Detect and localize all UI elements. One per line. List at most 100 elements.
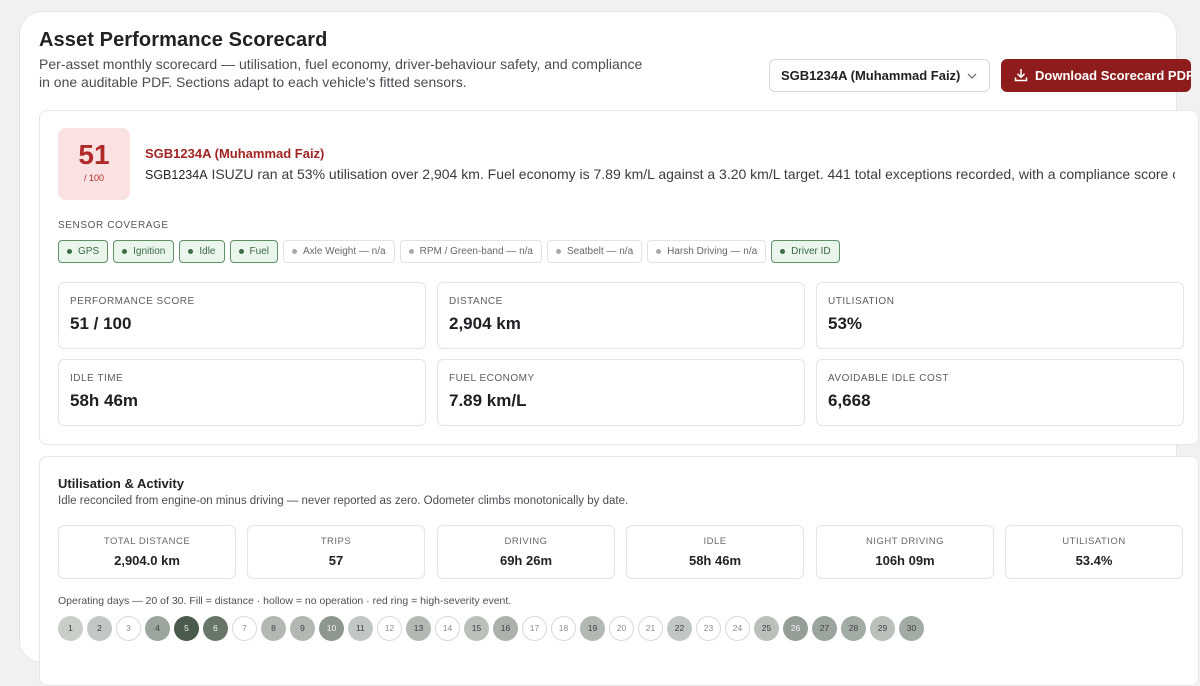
status-dot-icon (780, 249, 786, 254)
operating-day[interactable]: 23 (696, 616, 721, 641)
sensor-chip-label: Ignition (133, 246, 166, 257)
stat-value: 53.4% (1075, 553, 1113, 568)
kpi-label: DISTANCE (449, 296, 503, 307)
stat-night-driving: NIGHT DRIVING 106h 09m (816, 525, 994, 579)
kpi-value: 7.89 km/L (449, 391, 527, 410)
stat-value: 2,904.0 km (114, 553, 180, 568)
sensor-chip-label: Fuel (249, 246, 269, 257)
asset-name: SGB1234A (Muhammad Faiz) (145, 146, 325, 161)
operating-day[interactable]: 17 (522, 616, 547, 641)
operating-day[interactable]: 12 (377, 616, 402, 641)
asset-select-value: SGB1234A (Muhammad Faiz) (781, 68, 961, 83)
sensor-chip-label: Axle Weight — n/a (302, 246, 386, 257)
status-dot-icon (408, 249, 414, 254)
operating-day[interactable]: 19 (580, 616, 605, 641)
sensor-chip-label: Driver ID (791, 246, 831, 257)
operating-days-calendar: 1 2 3 4 5 6 7 8 9 10 11 12 13 14 15 16 17 18 19 20 21 22 23 24 2… (58, 616, 924, 641)
stat-label: IDLE (703, 536, 727, 547)
download-button-label: Download Scorecard PDF (1035, 68, 1191, 83)
operating-day[interactable]: 15 (464, 616, 489, 641)
sensor-chip-harsh-driving: Harsh Driving — n/a (647, 240, 767, 263)
kpi-avoidable-idle-cost: AVOIDABLE IDLE COST 6,668 (816, 359, 1184, 426)
asset-narrative: SGB1234A ISUZU ran at 53% utilisation ov… (145, 166, 1175, 182)
stat-utilisation: UTILISATION 53.4% (1005, 525, 1183, 579)
stat-label: DRIVING (504, 536, 548, 547)
operating-day[interactable]: 8 (261, 616, 286, 641)
sensor-chip-label: Seatbelt — n/a (566, 246, 634, 257)
sensor-chip-axle-weight: Axle Weight — n/a (282, 240, 395, 263)
kpi-value: 2,904 km (449, 314, 521, 333)
download-scorecard-button[interactable]: Download Scorecard PDF (1001, 59, 1191, 92)
page-description: Per-asset monthly scorecard — utilisatio… (39, 56, 643, 90)
sensor-chip-label: GPS (78, 246, 100, 257)
kpi-label: AVOIDABLE IDLE COST (828, 373, 950, 384)
sensor-chip-driver-id: Driver ID (771, 240, 840, 263)
score-max: / 100 (83, 173, 105, 183)
sensor-chip-label: Harsh Driving — n/a (667, 246, 758, 257)
sensor-chip-idle: Idle (179, 240, 225, 263)
kpi-value: 51 / 100 (70, 314, 132, 333)
kpi-label: FUEL ECONOMY (449, 373, 535, 384)
sensor-chip-seatbelt: Seatbelt — n/a (546, 240, 643, 263)
stat-value: 69h 26m (499, 553, 553, 568)
stat-idle: IDLE 58h 46m (626, 525, 804, 579)
kpi-label: IDLE TIME (70, 373, 124, 384)
operating-day[interactable]: 5 (174, 616, 199, 641)
operating-day[interactable]: 26 (783, 616, 808, 641)
operating-day[interactable]: 2 (87, 616, 112, 641)
operating-day[interactable]: 25 (754, 616, 779, 641)
sensor-chip-list: GPS Ignition Idle Fuel Axle Weight — n/a… (58, 240, 840, 263)
stat-label: TOTAL DISTANCE (103, 536, 191, 547)
utilisation-description: Idle reconciled from engine-on minus dri… (58, 495, 629, 507)
status-dot-icon (188, 249, 194, 254)
operating-day[interactable]: 10 (319, 616, 344, 641)
operating-day[interactable]: 16 (493, 616, 518, 641)
operating-day[interactable]: 27 (812, 616, 837, 641)
operating-day[interactable]: 21 (638, 616, 663, 641)
status-dot-icon (291, 249, 297, 254)
operating-day[interactable]: 30 (899, 616, 924, 641)
operating-day[interactable]: 3 (116, 616, 141, 641)
operating-day[interactable]: 13 (406, 616, 431, 641)
kpi-fuel-economy: FUEL ECONOMY 7.89 km/L (437, 359, 805, 426)
operating-day[interactable]: 4 (145, 616, 170, 641)
status-dot-icon (656, 249, 662, 254)
stat-value: 106h 09m (875, 553, 935, 568)
operating-day[interactable]: 20 (609, 616, 634, 641)
stat-value: 58h 46m (688, 553, 742, 568)
status-dot-icon (122, 249, 128, 254)
operating-day[interactable]: 18 (551, 616, 576, 641)
sensor-chip-gps: GPS (58, 240, 109, 263)
kpi-utilisation: UTILISATION 53% (816, 282, 1184, 349)
stat-label: UTILISATION (1062, 536, 1126, 547)
operating-day[interactable]: 7 (232, 616, 257, 641)
page-title: Asset Performance Scorecard (39, 29, 328, 51)
asset-id: SGB1234A (145, 168, 208, 182)
operating-days-caption: Operating days — 20 of 30. Fill = distan… (58, 595, 512, 607)
operating-day[interactable]: 6 (203, 616, 228, 641)
stat-total-distance: TOTAL DISTANCE 2,904.0 km (58, 525, 236, 579)
sensor-coverage-title: SENSOR COVERAGE (58, 220, 169, 231)
operating-day[interactable]: 24 (725, 616, 750, 641)
utilisation-title: Utilisation & Activity (58, 476, 184, 491)
operating-day[interactable]: 11 (348, 616, 373, 641)
operating-day[interactable]: 28 (841, 616, 866, 641)
status-dot-icon (238, 249, 244, 254)
sensor-chip-rpm: RPM / Green-band — n/a (399, 240, 542, 263)
kpi-value: 6,668 (828, 391, 871, 410)
asset-narrative-text: ISUZU ran at 53% utilisation over 2,904 … (211, 166, 1175, 182)
kpi-value: 58h 46m (70, 391, 139, 410)
stat-trips: TRIPS 57 (247, 525, 425, 579)
sensor-chip-ignition: Ignition (113, 240, 175, 263)
operating-day[interactable]: 1 (58, 616, 83, 641)
download-icon (1014, 69, 1028, 82)
status-dot-icon (555, 249, 561, 254)
score-value: 51 (78, 139, 110, 170)
chevron-down-icon (967, 73, 977, 79)
operating-day[interactable]: 14 (435, 616, 460, 641)
operating-day[interactable]: 9 (290, 616, 315, 641)
operating-day[interactable]: 29 (870, 616, 895, 641)
kpi-performance-score: PERFORMANCE SCORE 51 / 100 (58, 282, 426, 349)
operating-day[interactable]: 22 (667, 616, 692, 641)
asset-select[interactable]: SGB1234A (Muhammad Faiz) (769, 59, 990, 92)
